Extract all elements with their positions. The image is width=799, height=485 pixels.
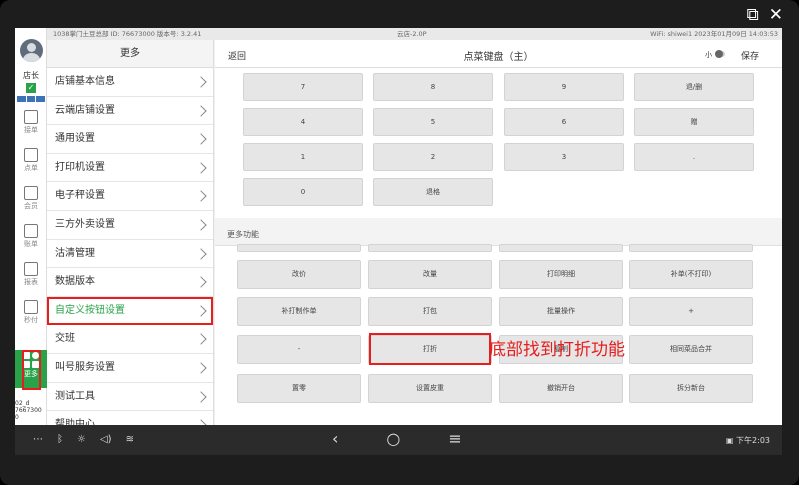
wifi-datetime: WiFi: shiwei1 2023年01月09日 14:03:53 [650, 30, 778, 38]
func-batch[interactable]: 批量操作 [499, 297, 623, 326]
function-key[interactable] [368, 244, 492, 252]
notification-icon[interactable]: ▣ [726, 436, 736, 445]
store-info: 1038掌门土豆总部 ID: 76673000 版本号: 3.2.41 [53, 30, 202, 38]
editor-header: 返回 点菜键盘（主） 小 保存 [215, 40, 782, 68]
menu-item-custom-buttons[interactable]: 自定义按钮设置 [47, 296, 213, 326]
wifi-icon[interactable]: ≋ [126, 434, 134, 445]
more-nav-highlight [22, 350, 41, 390]
more-functions-label: 更多功能 [215, 224, 782, 246]
menu-title: 更多 [47, 40, 213, 68]
function-key[interactable] [629, 244, 753, 252]
device-frame: ⧉ ✕ 1038掌门土豆总部 ID: 76673000 版本号: 3.2.41 … [0, 0, 799, 485]
menu-item-cloud-settings[interactable]: 云端店铺设置 [47, 97, 213, 126]
quick-settings: ⋯ ᛒ ☼ ◁) ≋ [33, 434, 134, 445]
function-key[interactable] [499, 244, 623, 252]
member-icon [24, 186, 38, 200]
check-icon: ✓ [26, 83, 36, 93]
menu-item-scale[interactable]: 电子秤设置 [47, 182, 213, 211]
key-4[interactable]: 4 [243, 108, 363, 136]
key-back-delete[interactable]: 退/删 [634, 73, 754, 101]
func-minus[interactable]: - [237, 335, 361, 364]
key-9[interactable]: 9 [504, 73, 624, 101]
menu-item-test-tools[interactable]: 测试工具 [47, 383, 213, 412]
nav-item-member[interactable]: 会员 [15, 184, 47, 222]
role-label: 店长 [23, 71, 39, 80]
tag-icons [17, 96, 46, 102]
func-merge-same[interactable]: 相同菜品合并 [629, 335, 753, 364]
func-split-table[interactable]: 拆分新台 [629, 374, 753, 403]
app-version: 云店-2.0P [397, 30, 427, 38]
bluetooth-icon[interactable]: ᛒ [57, 434, 63, 445]
keypad: 7 8 9 退/删 4 5 6 赠 1 2 3 . 0 退格 [215, 68, 782, 218]
page-title: 点菜键盘（主） [463, 52, 534, 63]
size-toggle[interactable] [715, 50, 725, 58]
screen: 1038掌门土豆总部 ID: 76673000 版本号: 3.2.41 云店-2… [15, 28, 782, 455]
func-plus[interactable]: + [629, 297, 753, 326]
keyboard-editor: 返回 点菜键盘（主） 小 保存 7 8 9 退/删 4 5 6 赠 1 2 3 … [215, 40, 782, 425]
func-tare[interactable]: 设置皮重 [368, 374, 492, 403]
bill-icon [24, 224, 38, 238]
menu-item-help[interactable]: 帮助中心 [47, 411, 213, 425]
func-zero[interactable]: 置零 [237, 374, 361, 403]
func-reprint-kitchen[interactable]: 补打制作单 [237, 297, 361, 326]
nav-item-pay[interactable]: 秒付 [15, 298, 47, 336]
nav-item-inbox[interactable]: 接单 [15, 108, 47, 146]
key-dot[interactable]: . [634, 143, 754, 171]
func-change-price[interactable]: 改价 [237, 260, 361, 289]
back-icon[interactable]: ‹ [332, 429, 338, 448]
menu-item-soldout[interactable]: 沽清管理 [47, 240, 213, 269]
size-label: 小 [705, 51, 712, 59]
key-7[interactable]: 7 [243, 73, 363, 101]
status-bar: 1038掌门土豆总部 ID: 76673000 版本号: 3.2.41 云店-2… [47, 28, 782, 40]
nav-item-report[interactable]: 报表 [15, 260, 47, 298]
func-change-qty[interactable]: 改量 [368, 260, 492, 289]
external-link-icon[interactable]: ⧉ [747, 5, 759, 25]
discount-highlight [369, 333, 491, 365]
menu-icon[interactable]: ≡ [448, 429, 461, 448]
menu-item-printer[interactable]: 打印机设置 [47, 154, 213, 183]
inbox-icon [24, 110, 38, 124]
menu-item-general[interactable]: 通用设置 [47, 125, 213, 154]
key-3[interactable]: 3 [504, 143, 624, 171]
key-gift[interactable]: 赠 [634, 108, 754, 136]
home-icon[interactable]: ○ [386, 429, 400, 448]
func-add-no-print[interactable]: 补单(不打印) [629, 260, 753, 289]
key-1[interactable]: 1 [243, 143, 363, 171]
pay-icon [24, 300, 38, 314]
device-toolbar: ⧉ ✕ [747, 5, 783, 25]
menu-item-delivery[interactable]: 三方外卖设置 [47, 211, 213, 240]
key-2[interactable]: 2 [373, 143, 493, 171]
nav-buttons: ‹ ○ ≡ [332, 429, 462, 448]
avatar[interactable] [20, 39, 43, 62]
dots-icon[interactable]: ⋯ [33, 434, 43, 445]
clock: ▣ 下午2:03 [725, 436, 770, 445]
key-6[interactable]: 6 [504, 108, 624, 136]
nav-item-order[interactable]: 点单 [15, 146, 47, 184]
close-icon[interactable]: ✕ [769, 5, 783, 25]
func-print-detail[interactable]: 打印明细 [499, 260, 623, 289]
func-cancel-open[interactable]: 撤销开台 [499, 374, 623, 403]
nav-item-bill[interactable]: 账单 [15, 222, 47, 260]
device-id: 02_d 7667300 0 [15, 400, 42, 421]
key-0[interactable]: 0 [243, 178, 363, 206]
key-5[interactable]: 5 [373, 108, 493, 136]
annotation-text: 底部找到打折功能 [489, 340, 625, 360]
func-pack[interactable]: 打包 [368, 297, 492, 326]
function-key[interactable] [237, 244, 361, 252]
menu-item-data-version[interactable]: 数据版本 [47, 268, 213, 297]
more-menu: 更多 店铺基本信息 云端店铺设置 通用设置 打印机设置 电子秤设置 三方外卖设置… [47, 40, 214, 425]
key-backspace[interactable]: 退格 [373, 178, 493, 206]
menu-item-store-info[interactable]: 店铺基本信息 [47, 68, 213, 97]
menu-item-call-number[interactable]: 叫号服务设置 [47, 354, 213, 383]
system-nav-bar: ⋯ ᛒ ☼ ◁) ≋ ‹ ○ ≡ ▣ 下午2:03 [15, 425, 782, 455]
brightness-icon[interactable]: ☼ [77, 434, 86, 445]
report-icon [24, 262, 38, 276]
order-icon [24, 148, 38, 162]
menu-item-shift[interactable]: 交班 [47, 325, 213, 354]
volume-icon[interactable]: ◁) [100, 434, 112, 445]
key-8[interactable]: 8 [373, 73, 493, 101]
save-button[interactable]: 保存 [741, 49, 759, 62]
